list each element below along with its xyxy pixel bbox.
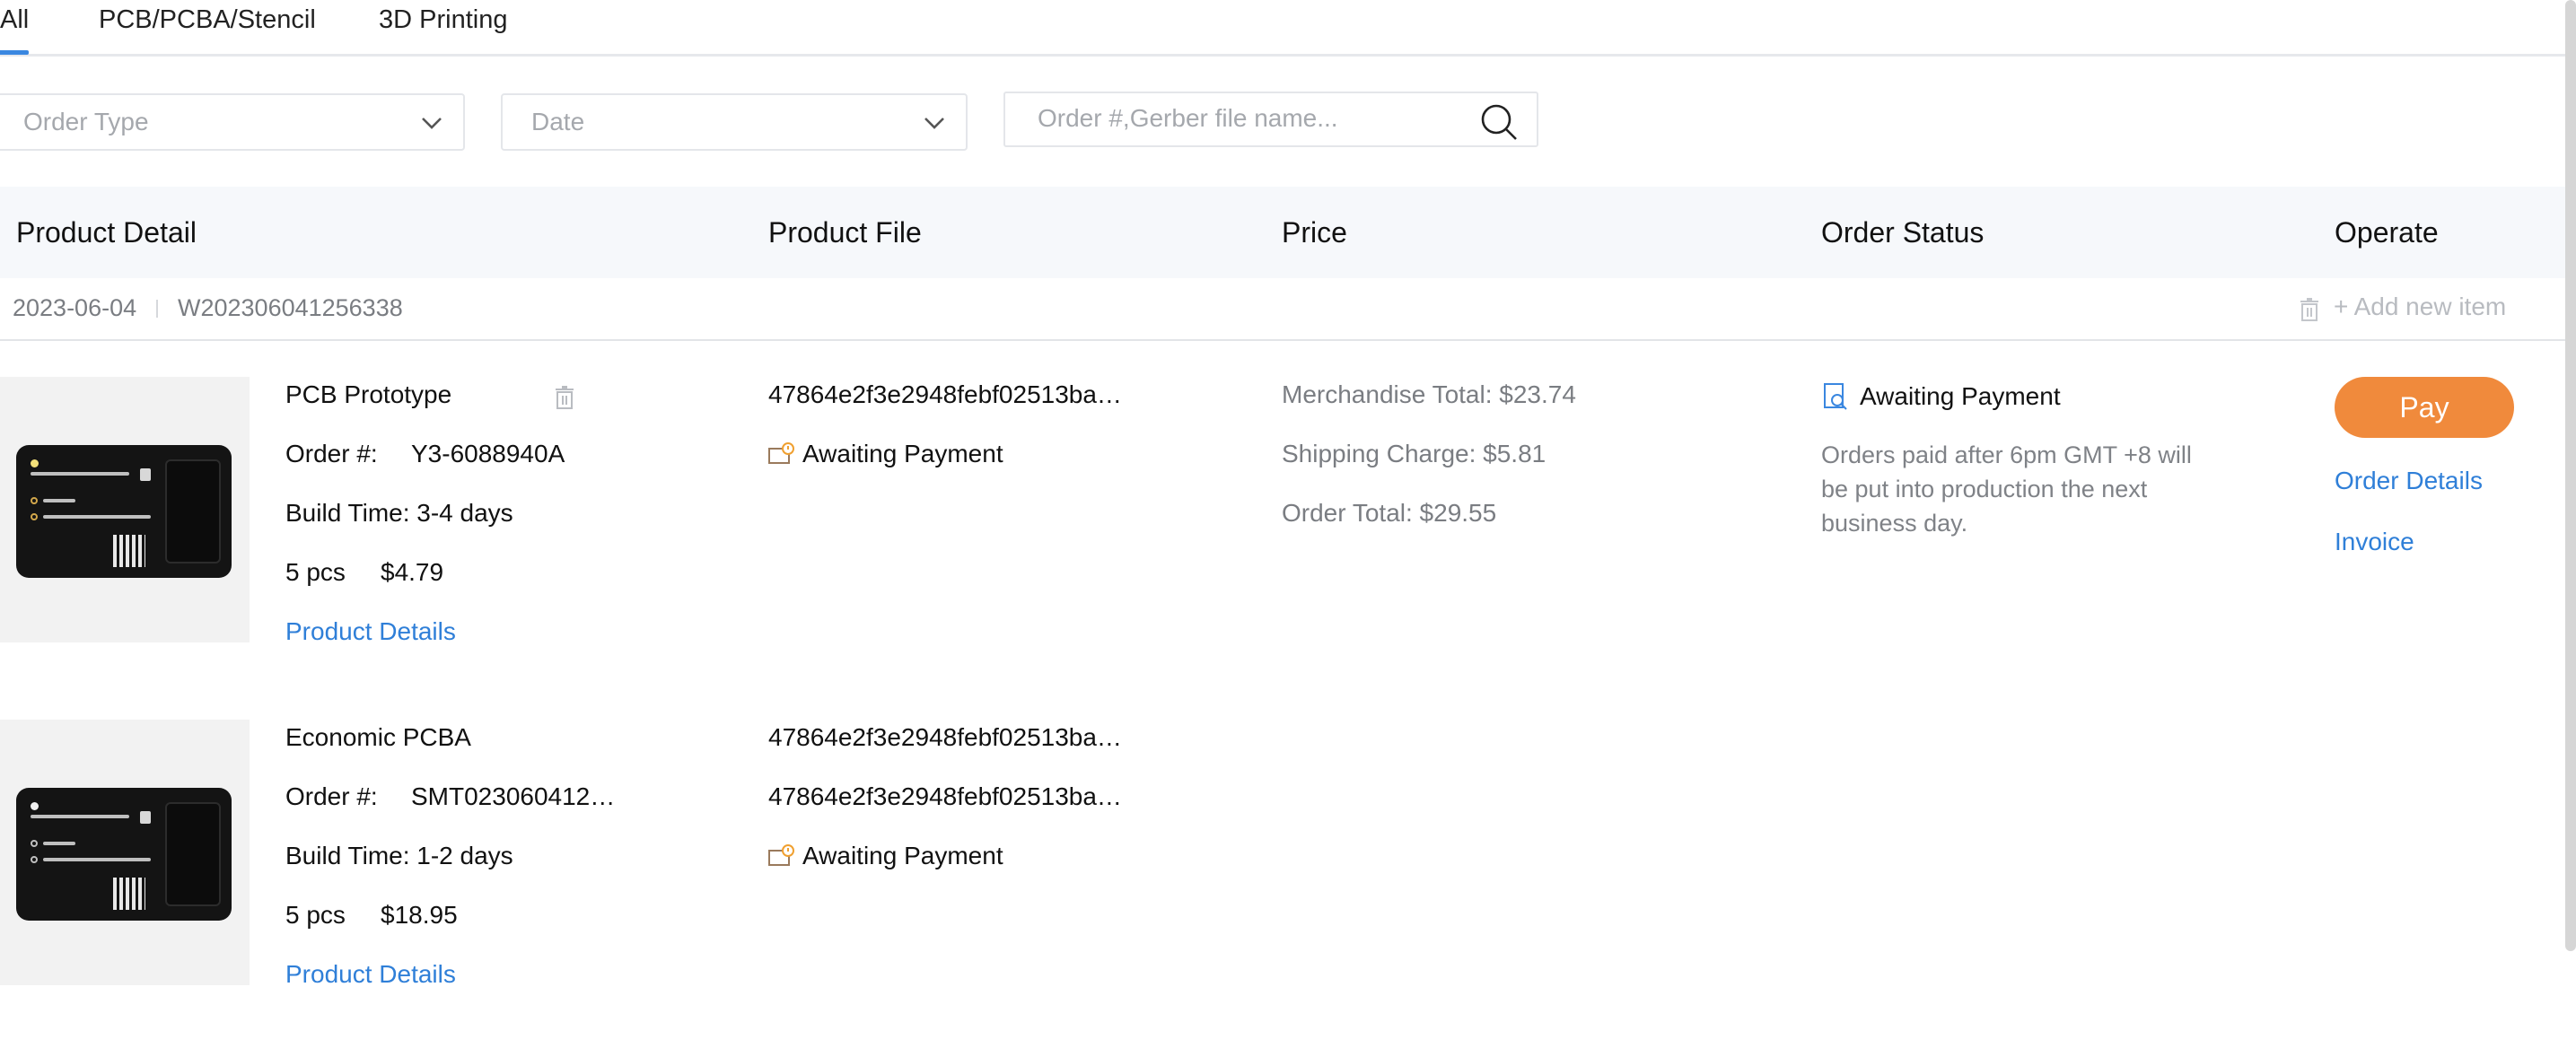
header-operate: Operate [2335,216,2439,249]
search-placeholder: Order #,Gerber file name... [1038,104,1338,132]
product-file-name[interactable]: 47864e2f3e2948febf02513ba… [768,723,1122,752]
product-details-link[interactable]: Product Details [285,960,456,989]
tab-all[interactable]: All [0,4,30,55]
add-new-item-button[interactable]: + Add new item [2334,293,2506,321]
product-thumbnail[interactable] [0,720,250,985]
order-number-label: Order #: [285,440,378,467]
tab-pcb-pcba-stencil[interactable]: PCB/PCBA/Stencil [99,4,316,36]
build-time: Build Time: 3-4 days [285,499,513,527]
trash-icon[interactable] [555,386,574,409]
date-placeholder: Date [531,108,585,135]
item-name: PCB Prototype [285,380,452,408]
file-status: Awaiting Payment [802,842,1003,869]
order-number: W202306041256338 [178,294,403,321]
invoice-link[interactable]: Invoice [2335,528,2414,556]
shipping-charge: Shipping Charge: $5.81 [1282,440,1546,467]
item-order-number: Y3-6088940A [411,440,565,467]
item-quantity: 5 pcs [285,558,346,586]
payment-status-icon [768,441,795,467]
product-thumbnail[interactable] [0,377,250,642]
order-number-label: Order #: [285,782,378,810]
search-icon[interactable] [1479,102,1519,142]
trash-icon[interactable] [2300,298,2319,321]
pcb-device-image [16,445,232,578]
order-type-placeholder: Order Type [23,108,149,135]
order-tabs: All PCB/PCBA/Stencil 3D Printing [0,0,2565,57]
status-note: Orders paid after 6pm GMT +8 will be put… [1821,441,2192,537]
item-order-number: SMT023060412… [411,782,616,810]
order-status: Awaiting Payment [1860,382,2061,410]
document-search-icon [1823,382,1848,411]
tab-3d-printing[interactable]: 3D Printing [379,4,507,36]
date-select[interactable]: Date [501,93,968,151]
product-details-link[interactable]: Product Details [285,617,456,646]
order-summary-row: 2023-06-04 W202306041256338 + Add new it… [0,278,2565,341]
chevron-down-icon [924,118,944,129]
order-date: 2023-06-04 [13,294,137,321]
payment-status-icon [768,843,795,869]
pcb-device-image [16,788,232,921]
item-price: $4.79 [381,558,444,586]
product-file-name[interactable]: 47864e2f3e2948febf02513ba… [768,782,1122,811]
scrollbar[interactable] [2565,0,2576,951]
header-product-file: Product File [768,216,922,249]
qr-code [113,878,145,910]
item-quantity: 5 pcs [285,901,346,929]
header-price: Price [1282,216,1347,249]
qr-code [113,535,145,567]
search-input[interactable]: Order #,Gerber file name... [1003,92,1538,147]
build-time: Build Time: 1-2 days [285,842,513,869]
chevron-down-icon [422,118,442,129]
divider [156,300,158,318]
pay-button[interactable]: Pay [2335,377,2514,438]
product-file-name[interactable]: 47864e2f3e2948febf02513ba… [768,380,1122,409]
table-header: Product Detail Product File Price Order … [0,187,2565,278]
order-type-select[interactable]: Order Type [0,93,465,151]
header-order-status: Order Status [1821,216,1985,249]
file-status: Awaiting Payment [802,440,1003,467]
header-product-detail: Product Detail [16,216,197,249]
item-name: Economic PCBA [285,723,471,751]
order-total: Order Total: $29.55 [1282,499,1497,527]
merchandise-total: Merchandise Total: $23.74 [1282,380,1576,408]
item-price: $18.95 [381,901,458,929]
order-details-link[interactable]: Order Details [2335,467,2483,495]
